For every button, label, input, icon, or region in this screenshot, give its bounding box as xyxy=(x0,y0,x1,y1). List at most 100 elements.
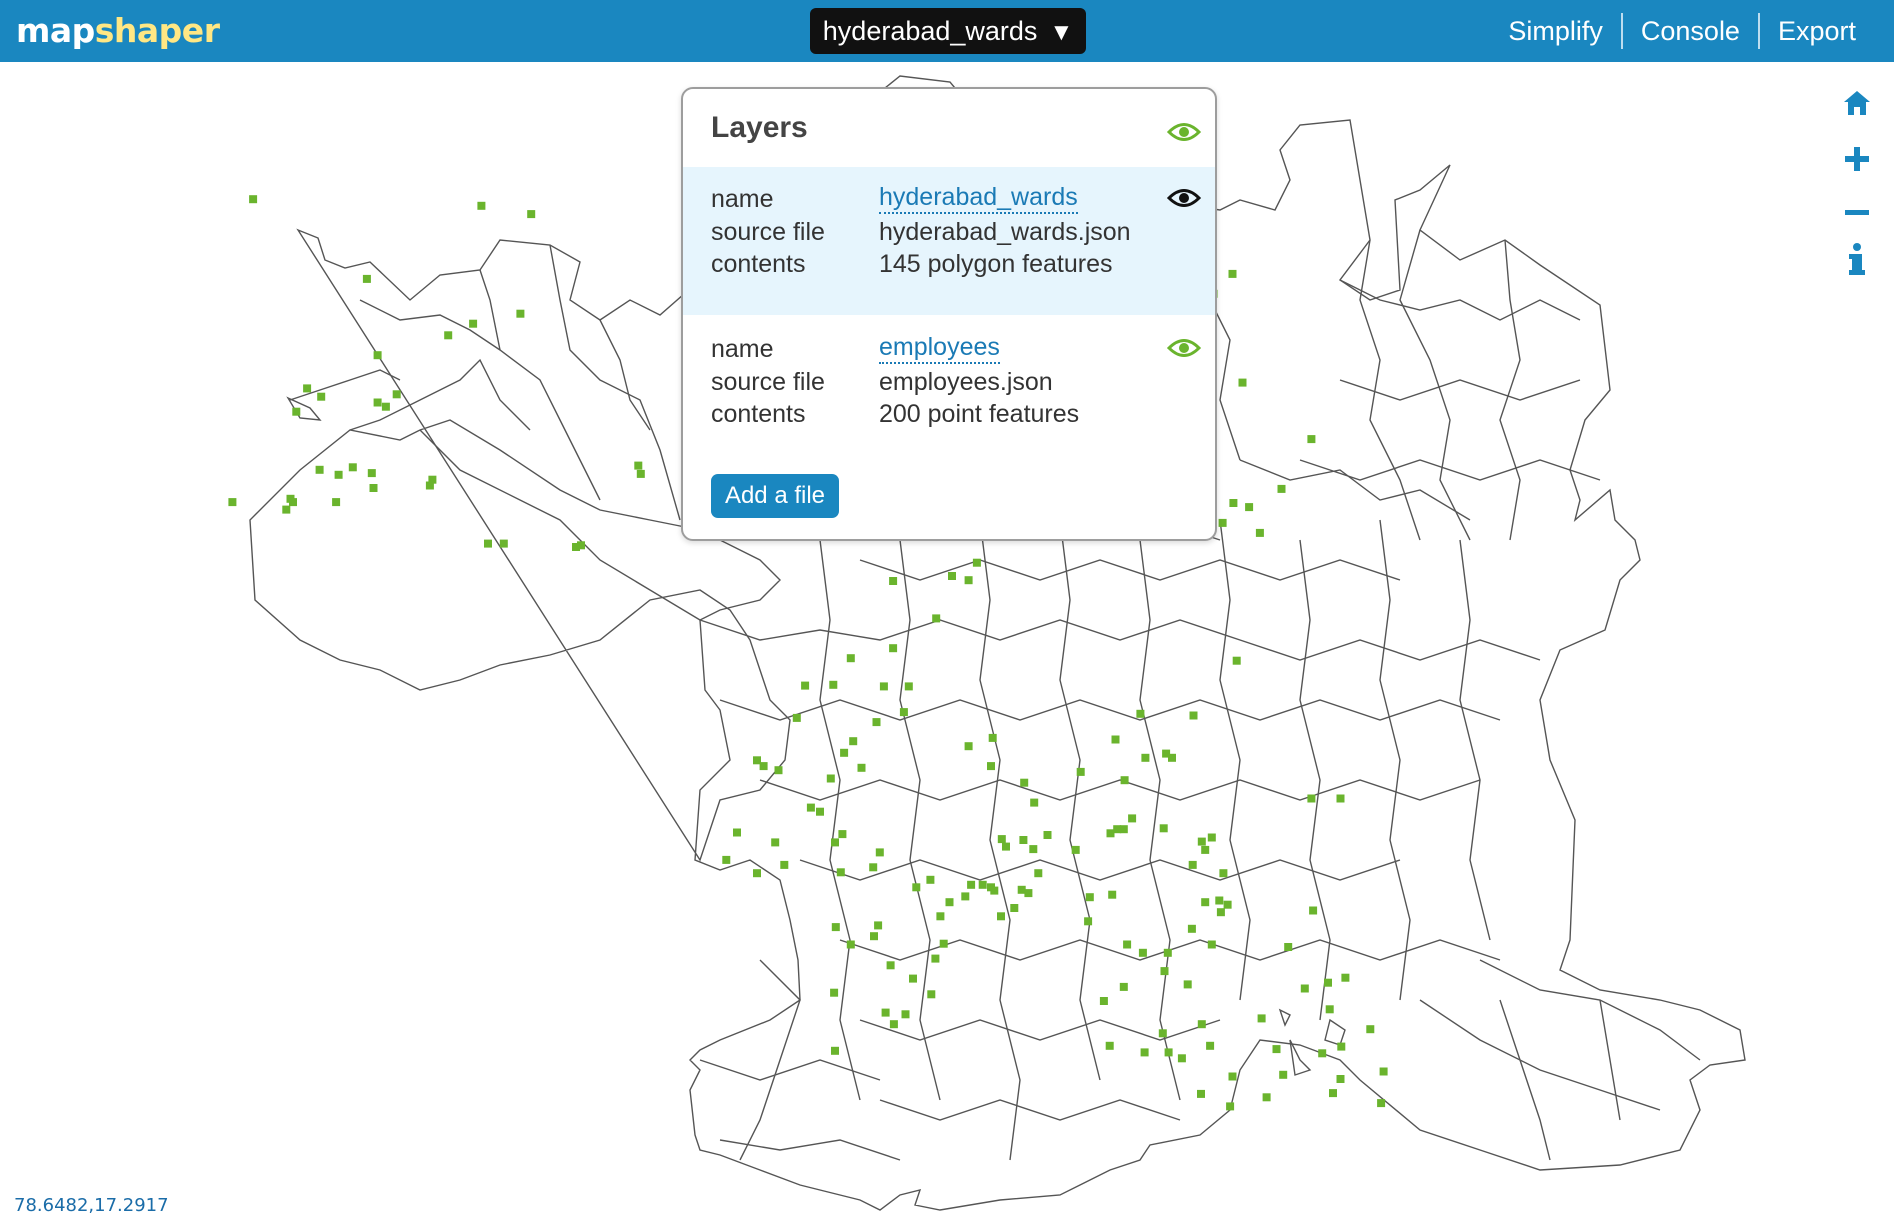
ward-boundary xyxy=(419,429,701,621)
zoom-out-icon[interactable] xyxy=(1842,198,1872,228)
layer-contents: 200 point features xyxy=(879,400,1080,428)
employee-point xyxy=(1255,528,1264,537)
employee-point xyxy=(1136,709,1145,718)
employee-point xyxy=(836,868,845,877)
employee-point xyxy=(1336,1075,1345,1083)
employee-point xyxy=(874,921,883,930)
layer-row-employees[interactable]: name employees source file employees.jso… xyxy=(683,317,1215,465)
employee-point xyxy=(1158,1029,1167,1038)
employee-point xyxy=(869,863,878,872)
employee-point xyxy=(987,762,995,771)
employee-point xyxy=(840,748,849,757)
layer-name-link[interactable]: employees xyxy=(879,333,1000,364)
employee-point xyxy=(967,880,976,889)
employee-point xyxy=(831,923,840,932)
employee-point xyxy=(1215,896,1224,905)
coordinates-readout: 78.6482,17.2917 xyxy=(14,1195,169,1216)
eye-icon[interactable] xyxy=(1166,337,1202,359)
ward-boundary xyxy=(799,859,1401,881)
employee-point xyxy=(1024,889,1033,898)
employee-point xyxy=(1229,499,1238,507)
employee-point xyxy=(780,860,789,869)
home-icon[interactable] xyxy=(1842,88,1872,118)
employee-point xyxy=(1219,869,1228,878)
employee-point xyxy=(932,614,941,623)
employee-point xyxy=(527,210,536,219)
employee-point xyxy=(988,733,997,742)
employee-point xyxy=(348,463,357,472)
employee-point xyxy=(516,309,525,318)
employee-point xyxy=(1141,753,1150,762)
employee-point xyxy=(948,572,956,580)
employee-point xyxy=(875,848,884,857)
employee-point xyxy=(1019,836,1028,844)
menu-divider xyxy=(1757,13,1760,49)
export-button[interactable]: Export xyxy=(1760,16,1874,47)
employee-point xyxy=(1206,1041,1215,1050)
field-label-name: name xyxy=(711,335,774,363)
employee-point xyxy=(753,869,761,878)
employee-point xyxy=(1108,890,1117,899)
employee-point xyxy=(317,392,326,401)
employee-point xyxy=(990,886,999,895)
employee-point xyxy=(1223,900,1232,909)
employee-point xyxy=(1163,948,1172,957)
info-icon[interactable] xyxy=(1842,242,1872,275)
employee-point xyxy=(838,830,847,839)
employee-point xyxy=(1188,860,1197,869)
employee-point xyxy=(572,543,580,551)
employee-point xyxy=(1010,904,1019,912)
employee-point xyxy=(733,828,741,837)
employee-point xyxy=(945,898,954,907)
employee-point xyxy=(831,838,839,847)
employee-point xyxy=(1238,378,1247,387)
employee-point xyxy=(771,838,780,847)
employee-point xyxy=(1076,767,1085,776)
field-label-contents: contents xyxy=(711,400,806,428)
employee-point xyxy=(931,954,940,963)
employee-point xyxy=(927,990,936,999)
employee-point xyxy=(634,461,643,470)
layer-source-file: employees.json xyxy=(879,368,1053,396)
zoom-in-icon[interactable] xyxy=(1842,144,1872,174)
ward-boundary xyxy=(1139,539,1181,1101)
ward-boundary xyxy=(1499,999,1551,1161)
employee-point xyxy=(1300,984,1309,993)
employee-point xyxy=(332,498,341,507)
add-file-button[interactable]: Add a file xyxy=(711,474,839,518)
console-button[interactable]: Console xyxy=(1623,16,1758,47)
employee-point xyxy=(1232,656,1241,665)
ward-boundary xyxy=(1299,539,1331,1021)
employee-point xyxy=(1187,924,1196,933)
app-logo: mapshaper xyxy=(16,11,220,50)
employee-point xyxy=(881,1008,890,1017)
eye-icon[interactable] xyxy=(1166,187,1202,209)
field-label-source: source file xyxy=(711,218,825,246)
layer-name-link[interactable]: hyderabad_wards xyxy=(879,183,1078,214)
ward-boundary xyxy=(1419,999,1661,1111)
employee-point xyxy=(792,713,801,722)
employee-point xyxy=(1105,1041,1114,1050)
employee-point xyxy=(899,708,908,717)
employee-point xyxy=(830,988,839,997)
simplify-button[interactable]: Simplify xyxy=(1490,16,1621,47)
layers-panel-title: Layers xyxy=(711,111,808,144)
employee-point xyxy=(1168,753,1176,762)
employee-point xyxy=(1366,1025,1375,1034)
top-bar: mapshaper hyderabad_wards ▼ Simplify Cons… xyxy=(0,0,1894,62)
employee-point xyxy=(1177,1054,1186,1063)
employee-point xyxy=(857,763,866,772)
eye-icon-all-layers[interactable] xyxy=(1166,121,1202,143)
field-label-contents: contents xyxy=(711,250,806,278)
employee-point xyxy=(1324,978,1332,987)
employee-point xyxy=(367,469,376,478)
employee-point xyxy=(1123,940,1132,949)
employee-point xyxy=(904,682,913,691)
employee-point xyxy=(1228,1072,1237,1081)
layer-row-hyderabad-wards[interactable]: name hyderabad_wards source file hyderab… xyxy=(683,167,1215,315)
employee-point xyxy=(831,1046,839,1055)
employee-point xyxy=(801,681,810,690)
layer-selector-button[interactable]: hyderabad_wards ▼ xyxy=(810,8,1086,54)
employee-point xyxy=(373,351,382,360)
ward-boundary xyxy=(1239,459,1471,521)
